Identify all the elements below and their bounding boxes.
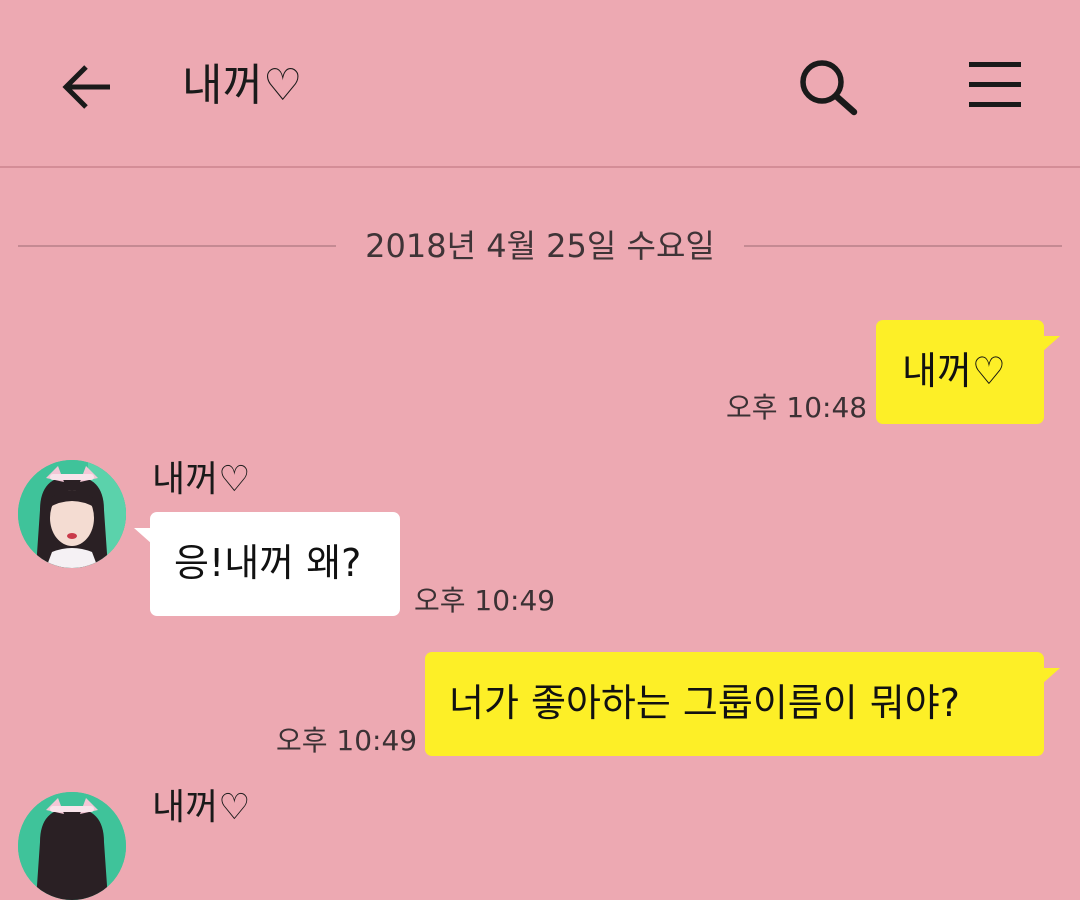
search-button[interactable] xyxy=(796,56,862,118)
divider-line xyxy=(18,245,336,247)
sender-name: 내꺼♡ xyxy=(152,787,251,828)
search-icon xyxy=(800,60,858,116)
chat-title: 내꺼♡ xyxy=(182,60,303,111)
my-message-bubble[interactable]: 너가 좋아하는 그룹이름이 뭐야? xyxy=(425,652,1060,756)
message-text: 내꺼♡ xyxy=(902,349,1006,393)
chat-header: 내꺼♡ xyxy=(0,0,1080,168)
avatar[interactable] xyxy=(18,460,126,568)
date-divider: 2018년 4월 25일 수요일 xyxy=(18,222,1062,270)
bubble-tail xyxy=(1042,336,1060,352)
back-button[interactable] xyxy=(58,58,116,116)
message-time: 오후 10:49 xyxy=(276,724,418,757)
avatar[interactable] xyxy=(18,792,126,900)
message-time: 오후 10:49 xyxy=(414,584,556,617)
bubble-tail xyxy=(134,528,152,544)
profile-photo-icon xyxy=(18,460,126,568)
divider-line xyxy=(744,245,1062,247)
message-time: 오후 10:48 xyxy=(726,391,868,424)
profile-photo-icon xyxy=(18,792,126,900)
menu-button[interactable] xyxy=(966,60,1024,110)
bubble-tail xyxy=(1042,668,1060,684)
my-message-bubble[interactable]: 내꺼♡ xyxy=(876,320,1060,424)
arrow-left-icon xyxy=(62,65,110,109)
message-text: 응!내꺼 왜? xyxy=(174,541,362,585)
hamburger-menu-icon xyxy=(969,62,1021,107)
their-message-bubble[interactable]: 응!내꺼 왜? xyxy=(134,512,400,616)
message-text: 너가 좋아하는 그룹이름이 뭐야? xyxy=(449,681,960,725)
date-label: 2018년 4월 25일 수요일 xyxy=(365,227,715,265)
sender-name: 내꺼♡ xyxy=(152,459,251,500)
